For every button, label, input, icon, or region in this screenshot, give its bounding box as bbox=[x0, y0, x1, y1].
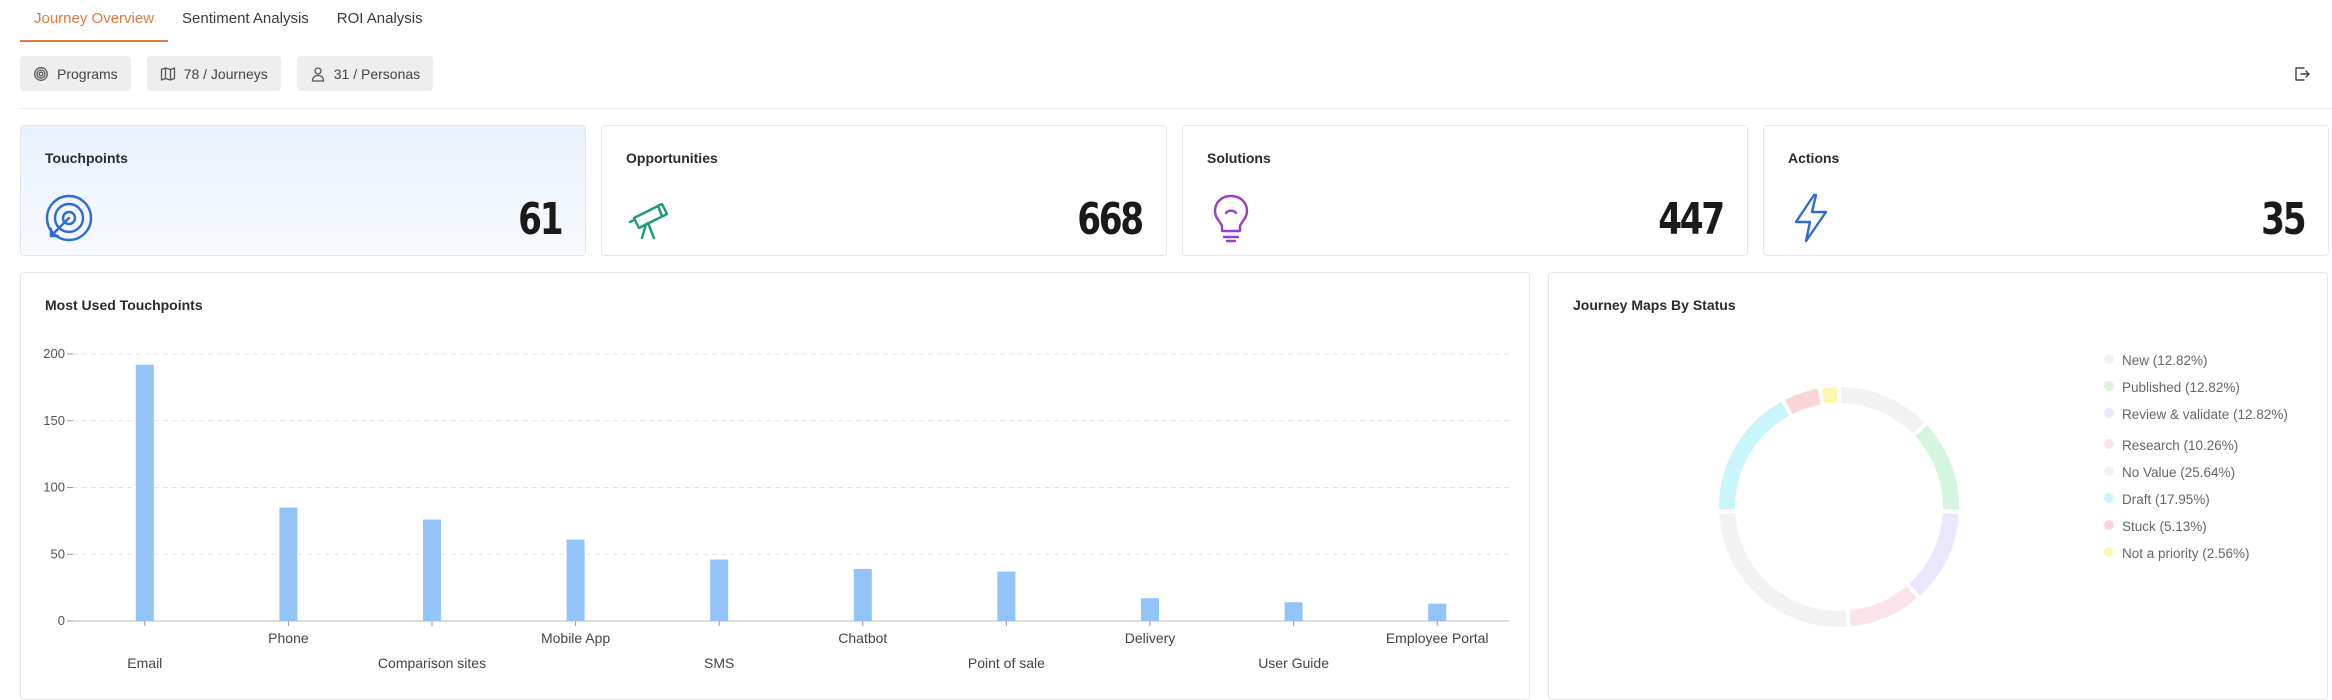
tab-bar: Journey Overview Sentiment Analysis ROI … bbox=[20, 0, 437, 42]
x-tick-label: Phone bbox=[268, 630, 309, 646]
user-icon bbox=[311, 66, 324, 82]
status-donut-chart bbox=[1719, 387, 1959, 627]
legend-label: Review & validate (12.82%) bbox=[2122, 407, 2288, 422]
card-value: 35 bbox=[2260, 194, 2306, 245]
bar[interactable] bbox=[1284, 602, 1303, 621]
legend-item[interactable]: Review & validate (12.82%) bbox=[2104, 405, 2304, 424]
x-tick-label: User Guide bbox=[1258, 655, 1329, 671]
bar[interactable] bbox=[997, 571, 1016, 621]
personas-filter-button[interactable]: 31 / Personas bbox=[296, 56, 434, 91]
bar[interactable] bbox=[710, 559, 729, 621]
card-value: 668 bbox=[1077, 194, 1144, 245]
donut-slice[interactable] bbox=[1909, 513, 1959, 596]
target-icon bbox=[45, 194, 93, 242]
bar[interactable] bbox=[853, 568, 872, 621]
y-tick-label: 150 bbox=[43, 413, 65, 428]
solutions-card[interactable]: Solutions 447 bbox=[1182, 125, 1748, 256]
programs-icon bbox=[34, 66, 48, 81]
legend-item[interactable]: Stuck (5.13%) bbox=[2104, 517, 2304, 536]
legend-swatch bbox=[2104, 381, 2114, 391]
legend-swatch bbox=[2104, 547, 2114, 557]
donut-slice[interactable] bbox=[1849, 586, 1917, 627]
legend-item[interactable]: Published (12.82%) bbox=[2104, 378, 2304, 397]
most-used-touchpoints-panel: Most Used Touchpoints 0 50 100 150 200 Email P… bbox=[20, 272, 1530, 700]
programs-filter-button[interactable]: Programs bbox=[20, 56, 131, 91]
donut-slice[interactable] bbox=[1719, 513, 1847, 627]
legend-swatch bbox=[2104, 439, 2114, 449]
legend-item[interactable]: No Value (25.64%) bbox=[2104, 463, 2304, 482]
legend-item[interactable]: Draft (17.95%) bbox=[2104, 490, 2304, 509]
map-icon bbox=[160, 66, 175, 81]
status-legend: New (12.82%) Published (12.82%) Review & v… bbox=[2104, 351, 2304, 563]
donut-slice[interactable] bbox=[1915, 425, 1959, 510]
journey-maps-status-panel: Journey Maps By Status New (12.82%) Publi… bbox=[1548, 272, 2328, 700]
filter-bar: Programs 78 / Journeys 31 / Personas bbox=[20, 56, 434, 91]
journeys-filter-button[interactable]: 78 / Journeys bbox=[146, 56, 281, 91]
y-tick-label: 200 bbox=[43, 346, 65, 361]
card-value: 61 bbox=[517, 194, 563, 245]
y-tick-label: 100 bbox=[43, 480, 65, 495]
touchpoints-bar-chart: 0 50 100 150 200 Email Phone Comparison sites Mo… bbox=[43, 346, 1509, 671]
programs-filter-label: Programs bbox=[57, 65, 118, 82]
legend-swatch bbox=[2104, 520, 2114, 530]
tab-sentiment-analysis[interactable]: Sentiment Analysis bbox=[168, 0, 323, 42]
tab-roi-analysis[interactable]: ROI Analysis bbox=[323, 0, 437, 42]
card-title: Solutions bbox=[1207, 150, 1271, 166]
journeys-filter-label: 78 / Journeys bbox=[183, 65, 268, 82]
y-tick-label: 50 bbox=[51, 546, 65, 561]
legend-label: No Value (25.64%) bbox=[2122, 465, 2236, 480]
y-tick-label: 0 bbox=[58, 613, 65, 628]
legend-label: New (12.82%) bbox=[2122, 353, 2208, 368]
legend-label: Published (12.82%) bbox=[2122, 380, 2240, 395]
x-tick-label: Chatbot bbox=[838, 630, 887, 646]
legend-swatch bbox=[2104, 408, 2114, 418]
card-title: Touchpoints bbox=[45, 150, 128, 166]
donut-slice[interactable] bbox=[1821, 387, 1838, 405]
personas-filter-label: 31 / Personas bbox=[333, 65, 421, 82]
opportunities-card[interactable]: Opportunities 668 bbox=[601, 125, 1167, 256]
lightning-icon bbox=[1794, 193, 1828, 243]
card-title: Opportunities bbox=[626, 150, 718, 166]
donut-slice[interactable] bbox=[1719, 401, 1790, 510]
x-tick-label: Delivery bbox=[1125, 630, 1176, 646]
bar[interactable] bbox=[1428, 603, 1447, 621]
telescope-icon bbox=[628, 202, 669, 240]
legend-item[interactable]: Not a priority (2.56%) bbox=[2104, 544, 2304, 563]
legend-label: Stuck (5.13%) bbox=[2122, 519, 2207, 534]
actions-card[interactable]: Actions 35 bbox=[1763, 125, 2329, 256]
bar[interactable] bbox=[279, 507, 298, 621]
donut-slice[interactable] bbox=[1785, 388, 1821, 415]
header-divider bbox=[20, 108, 2332, 109]
bar[interactable] bbox=[135, 364, 154, 621]
legend-swatch bbox=[2104, 466, 2114, 476]
x-tick-label: SMS bbox=[704, 655, 734, 671]
lightbulb-icon bbox=[1213, 194, 1249, 243]
legend-swatch bbox=[2104, 493, 2114, 503]
tab-journey-overview[interactable]: Journey Overview bbox=[20, 0, 169, 42]
bar[interactable] bbox=[423, 519, 441, 621]
touchpoints-card[interactable]: Touchpoints 61 bbox=[20, 125, 586, 256]
bar[interactable] bbox=[1141, 598, 1159, 621]
x-tick-label: Email bbox=[127, 655, 162, 671]
x-tick-label: Comparison sites bbox=[378, 655, 486, 671]
card-title: Actions bbox=[1788, 150, 1840, 166]
x-tick-label: Point of sale bbox=[968, 655, 1045, 671]
legend-label: Research (10.26%) bbox=[2122, 438, 2239, 453]
x-tick-label: Employee Portal bbox=[1386, 630, 1489, 646]
card-value: 447 bbox=[1658, 194, 1725, 245]
legend-label: Draft (17.95%) bbox=[2122, 492, 2210, 507]
legend-item[interactable]: New (12.82%) bbox=[2104, 351, 2304, 370]
donut-slice[interactable] bbox=[1840, 387, 1925, 434]
x-tick-label: Mobile App bbox=[541, 630, 610, 646]
legend-item[interactable]: Research (10.26%) bbox=[2104, 436, 2304, 455]
bar[interactable] bbox=[566, 539, 585, 621]
legend-swatch bbox=[2104, 354, 2114, 364]
legend-label: Not a priority (2.56%) bbox=[2122, 546, 2250, 561]
export-icon[interactable] bbox=[2292, 64, 2312, 84]
